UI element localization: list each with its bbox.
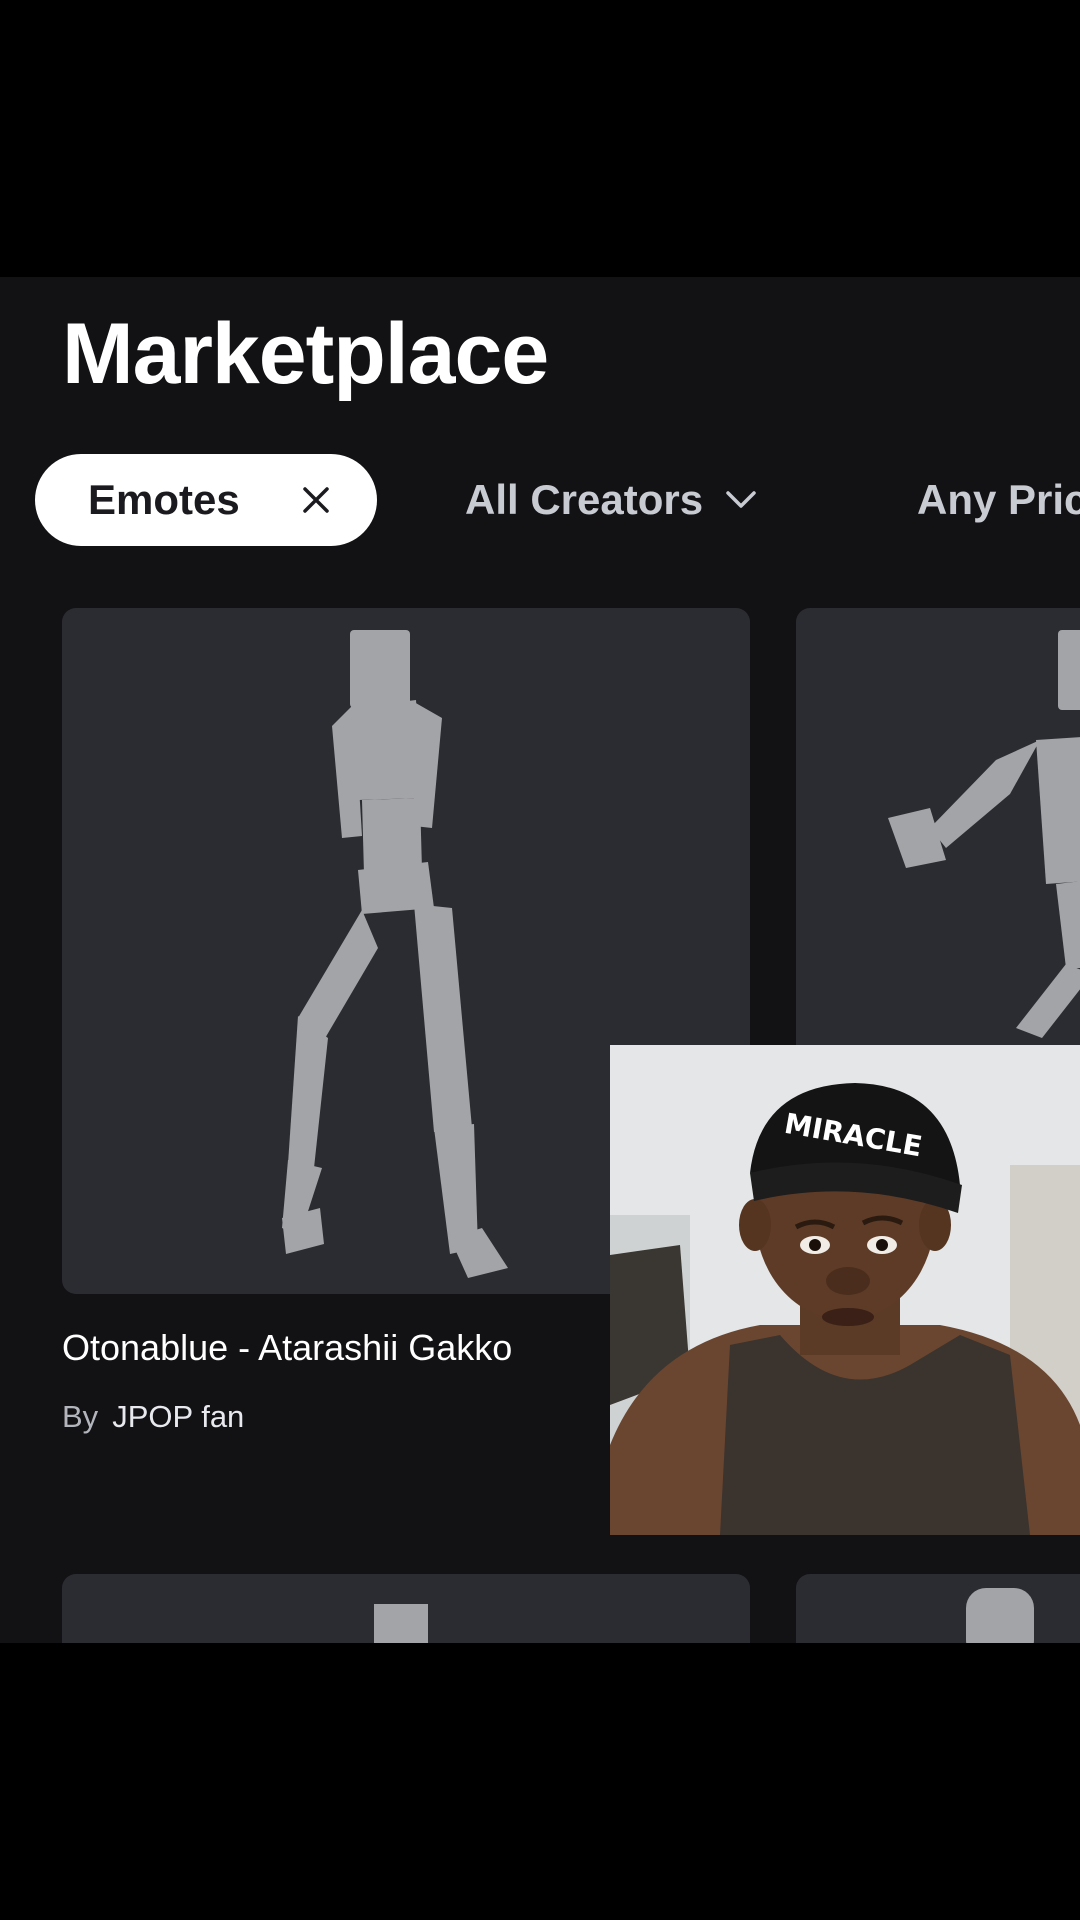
chevron-down-icon [725, 490, 757, 510]
close-icon[interactable] [292, 476, 340, 524]
person-reaction-image: MIRACLE [610, 1045, 1080, 1535]
page-title: Marketplace [62, 306, 549, 402]
reaction-video-overlay: MIRACLE [610, 1045, 1080, 1535]
dropdown-label: All Creators [465, 476, 704, 523]
emote-card[interactable] [62, 1574, 750, 1643]
emote-thumbnail [374, 1604, 428, 1643]
creator-link[interactable]: JPOP fan [112, 1399, 244, 1434]
all-creators-dropdown[interactable]: All Creators [465, 454, 757, 546]
emote-thumbnail [966, 1588, 1034, 1643]
dropdown-label: Any Pric [917, 476, 1080, 523]
filter-chip-label: Emotes [88, 476, 240, 523]
emote-card[interactable] [796, 1574, 1080, 1643]
item-title[interactable]: Otonablue - Atarashii Gakko [62, 1327, 512, 1369]
emotes-filter-chip[interactable]: Emotes [35, 454, 377, 546]
video-frame: Marketplace Emotes All Creators Any Pric [0, 0, 1080, 1920]
price-dropdown[interactable]: Any Pric [917, 454, 1080, 546]
item-creator: By JPOP fan [62, 1399, 244, 1435]
by-label: By [62, 1399, 99, 1434]
